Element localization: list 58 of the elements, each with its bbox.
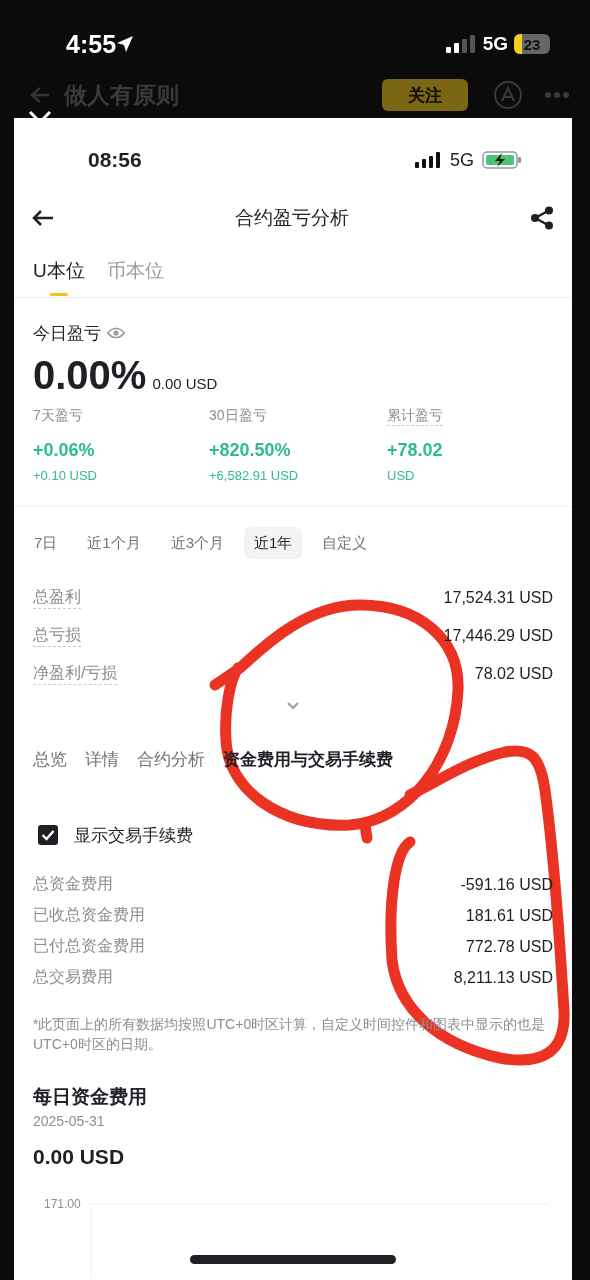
period-chip[interactable]: 近1个月 <box>77 527 151 559</box>
row-value: 8,211.13 USD <box>453 968 553 987</box>
row-label: 总资金费用 <box>33 874 113 894</box>
row-label: 总盈利 <box>33 587 81 609</box>
stat-amount: USD <box>387 467 415 485</box>
chart-date: 2025-05-31 <box>32 1112 106 1131</box>
tab[interactable]: 详情 <box>85 748 119 790</box>
pnl-amount: 0.00 USD <box>152 375 218 392</box>
row-value: 17,446.29 USD <box>443 627 553 645</box>
period-chip[interactable]: 近1年 <box>244 527 303 559</box>
chart-title: 每日资金费用 <box>32 1085 148 1109</box>
network-label: 5G <box>482 33 508 55</box>
footnote: *此页面上的所有数据均按照UTC+0时区计算，自定义时间控件和图表中显示的也是UTC+0时区的日期。 <box>32 1015 547 1054</box>
checkbox[interactable] <box>38 825 58 845</box>
row-value: 17,524.31 USD <box>443 589 553 607</box>
check-icon <box>41 829 55 841</box>
back-arrow-icon <box>30 86 50 104</box>
clock-time: 08:56 <box>88 148 142 172</box>
stat-value: +820.50% <box>209 439 291 462</box>
stat-value: +0.06% <box>33 439 95 462</box>
battery-indicator: 23 <box>514 34 550 54</box>
tab[interactable]: U本位 <box>33 258 85 298</box>
tab[interactable]: 币本位 <box>106 258 164 298</box>
axis-tick-label: 171.00 <box>44 1197 82 1213</box>
page-title: 合约盈亏分析 <box>235 206 349 230</box>
eye-icon[interactable] <box>107 327 125 339</box>
pnl-percent: 0.00% <box>33 352 147 398</box>
network-label: 5G <box>450 149 474 171</box>
signal-icon <box>414 150 442 170</box>
stat-value: +78.02 <box>387 439 443 462</box>
section-label: 今日盈亏 <box>33 322 101 345</box>
period-chip[interactable]: 近3个月 <box>160 527 235 559</box>
stat-label: 7天盈亏 <box>33 406 83 425</box>
location-arrow-icon <box>116 35 135 53</box>
row-value: 772.78 USD <box>465 937 553 956</box>
tab[interactable]: 总览 <box>33 748 67 790</box>
share-icon[interactable] <box>530 206 554 230</box>
follow-button[interactable]: 关注 <box>382 79 468 111</box>
signal-icon <box>444 34 475 54</box>
chevron-down-icon[interactable] <box>286 700 300 710</box>
period-chip[interactable]: 自定义 <box>312 527 378 559</box>
row-label: 已收总资金费用 <box>33 905 145 925</box>
clock-time: 4:55 <box>66 29 117 59</box>
row-label: 净盈利/亏损 <box>33 663 118 685</box>
stat-amount: +6,582.91 USD <box>209 467 299 485</box>
tab[interactable]: 合约分析 <box>137 748 205 790</box>
stat-label: 累计盈亏 <box>387 405 443 426</box>
row-value: 78.02 USD <box>474 665 553 683</box>
back-arrow-icon[interactable] <box>32 209 54 227</box>
stat-label: 30日盈亏 <box>209 406 267 425</box>
checkbox-label: 显示交易手续费 <box>74 824 193 847</box>
period-chip[interactable]: 7日 <box>24 527 68 559</box>
stat-amount: +0.10 USD <box>33 467 97 485</box>
battery-charging-icon <box>482 150 522 170</box>
row-label: 总交易费用 <box>33 967 113 987</box>
row-label: 已付总资金费用 <box>33 936 145 956</box>
chart-amount: 0.00 USD <box>32 1144 126 1170</box>
row-label: 总亏损 <box>33 625 81 647</box>
